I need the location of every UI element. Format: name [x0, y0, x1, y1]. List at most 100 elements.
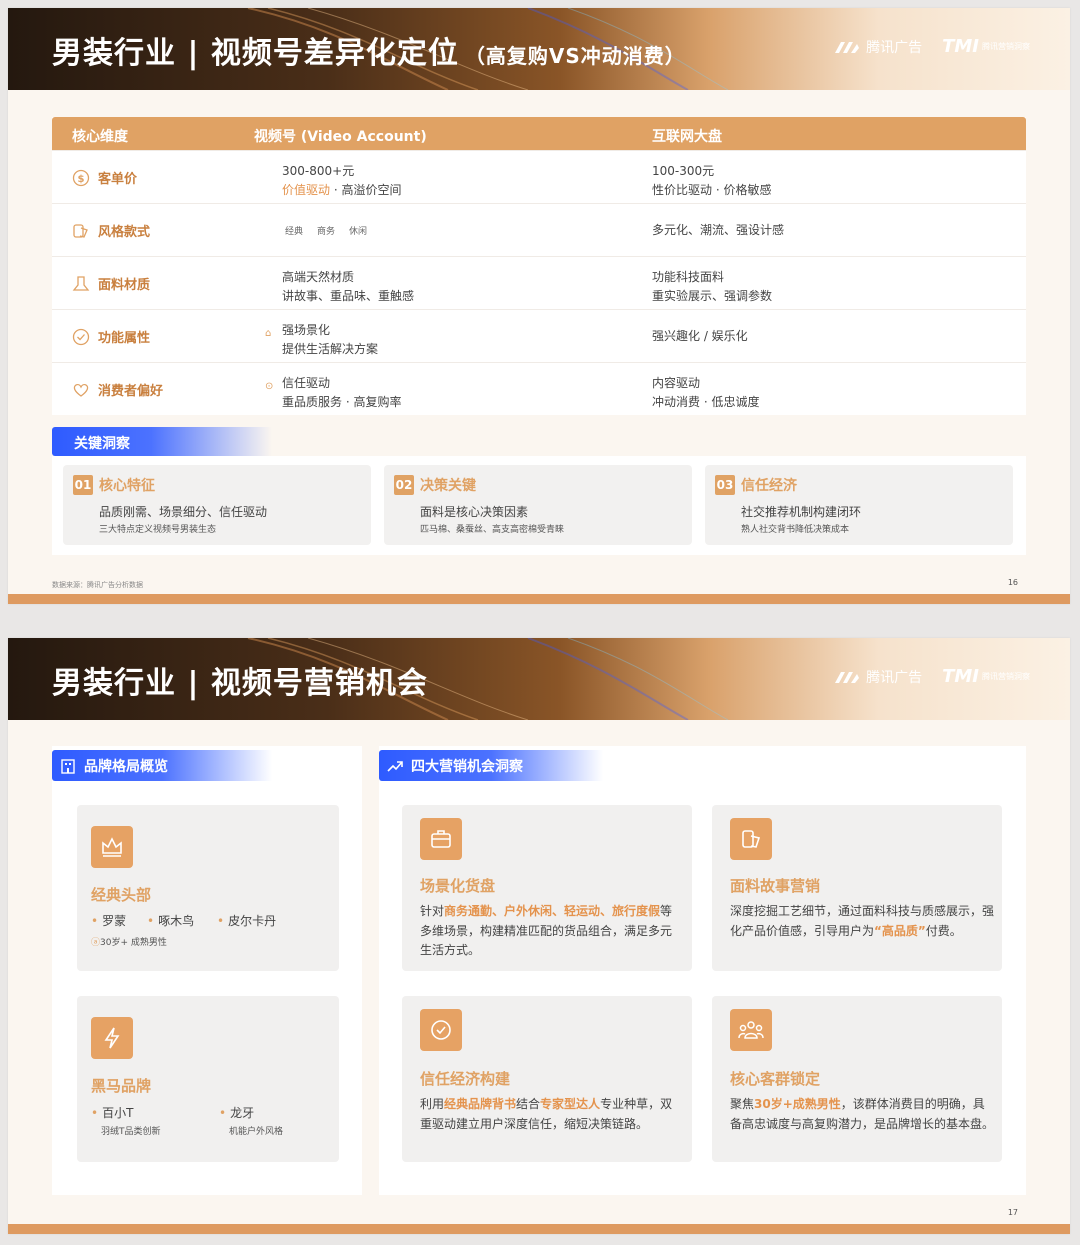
brand-landscape-title: 品牌格局概览 — [52, 750, 272, 781]
data-source: 数据来源：腾讯广告分析数据 — [52, 581, 143, 589]
slide-header: 男装行业 | 视频号差异化定位 （高复购VS冲动消费） 腾讯广告 TMI 腾讯营销洞… — [8, 8, 1070, 90]
card-subtext: 三大特点定义视频号男装生态 — [99, 525, 217, 535]
tag: 休闲 — [349, 227, 368, 237]
check-circle-small-icon: ⊙ — [265, 381, 274, 392]
header-video-account: 视频号 (Video Account) — [254, 129, 427, 145]
page-number: 17 — [1007, 1208, 1018, 1217]
table-row: 消费者偏好 ⊙ 信任驱动 重品质服务 · 高复购率 内容驱动 冲动消费 · 低忠… — [52, 362, 1026, 415]
fabric-icon — [72, 275, 90, 293]
check-circle-icon — [72, 328, 90, 346]
fabric-story-icon — [730, 818, 772, 860]
tencent-logo-icon — [835, 671, 860, 683]
video-account-cell: 300-800+元 价值驱动 · 高溢价空间 — [282, 164, 402, 197]
table-header: 核心维度 视频号 (Video Account) 互联网大盘 — [52, 117, 1026, 150]
card-text: 品质刚需、场景细分、信任驱动 — [99, 505, 268, 519]
table-row: 风格款式 经典 商务 休闲 多元化、潮流、强设计感 — [52, 203, 1026, 256]
opportunity-card: 信任经济构建 利用经典品牌背书结合专家型达人专业种草，双重驱动建立用户深度信任，… — [402, 996, 692, 1162]
card-title: 信任经济构建 — [420, 1070, 511, 1088]
tmi-logo: TMI 腾讯营销洞察 — [942, 666, 1030, 687]
card-title: 核心客群锁定 — [730, 1070, 821, 1088]
tmi-logo: TMI 腾讯营销洞察 — [942, 36, 1030, 57]
table-row: 功能属性 ⌂ 强场景化 提供生活解决方案 强兴趣化 / 娱乐化 — [52, 309, 1026, 362]
card-title: 信任经济 — [741, 478, 797, 494]
video-account-cell: 高端天然材质 讲故事、重品味、重触感 — [282, 270, 415, 303]
brand-item: • 啄木鸟 — [147, 914, 195, 928]
check-circle-icon — [420, 1009, 462, 1051]
brand-desc: 羽绒T品类创新 — [101, 1127, 161, 1137]
row-dimension: 风格款式 — [72, 204, 150, 257]
audience-note: ⓐ30岁+ 成熟男性 — [91, 938, 167, 948]
brand-item: • 罗蒙 — [91, 914, 127, 928]
card-title: 核心特征 — [99, 478, 155, 494]
internet-cell: 多元化、潮流、强设计感 — [652, 223, 785, 237]
insight-card: 01 核心特征 品质刚需、场景细分、信任驱动 三大特点定义视频号男装生态 — [63, 465, 371, 545]
card-text: 社交推荐机制构建闭环 — [741, 505, 862, 519]
svg-text:$: $ — [78, 174, 85, 185]
row-dimension: $ 客单价 — [72, 151, 137, 204]
internet-cell: 内容驱动 冲动消费 · 低忠诚度 — [652, 376, 760, 409]
card-text: 面料是核心决策因素 — [420, 505, 529, 519]
internet-cell: 功能科技面料 重实验展示、强调参数 — [652, 270, 773, 303]
slide-17: 男装行业 | 视频号营销机会 腾讯广告 TMI 腾讯营销洞察 品牌格局概览 经典头… — [8, 638, 1070, 1234]
slide-16: 男装行业 | 视频号差异化定位 （高复购VS冲动消费） 腾讯广告 TMI 腾讯营销洞… — [8, 8, 1070, 604]
lightning-icon — [91, 1017, 133, 1059]
card-body: 聚焦30岁+成熟男性，该群体消费目的明确，具备高忠诚度与高复购潜力，是品牌增长的… — [730, 1097, 995, 1131]
insight-section-title: 关键洞察 — [52, 427, 272, 456]
dollar-icon: $ — [72, 169, 90, 187]
page-title: 男装行业 | 视频号差异化定位 （高复购VS冲动消费） — [52, 36, 686, 71]
card-number: 01 — [73, 475, 93, 495]
header-internet: 互联网大盘 — [652, 129, 722, 145]
card-subtext: 匹马棉、桑蚕丝、高支高密棉受青睐 — [420, 525, 565, 535]
classic-brands-card: 经典头部 • 罗蒙 • 啄木鸟 • 皮尔卡丹 ⓐ30岁+ 成熟男性 — [77, 805, 339, 971]
crown-icon — [91, 826, 133, 868]
group-icon — [730, 1009, 772, 1051]
row-dimension: 功能属性 — [72, 310, 150, 363]
video-account-cell: ⌂ 强场景化 提供生活解决方案 — [265, 323, 379, 356]
row-dimension: 消费者偏好 — [72, 363, 163, 416]
brand-item: • 皮尔卡丹 — [217, 914, 277, 928]
style-icon — [72, 222, 90, 240]
card-number: 03 — [715, 475, 735, 495]
darkhorse-brands-card: 黑马品牌 • 百小T 羽绒T品类创新 • 龙牙 机能户外风格 — [77, 996, 339, 1162]
table-row: 面料材质 高端天然材质 讲故事、重品味、重触感 功能科技面料 重实验展示、强调参… — [52, 256, 1026, 309]
brand-item: • 龙牙 — [219, 1106, 255, 1120]
card-body: 深度挖掘工艺细节，通过面料科技与质感展示，强化产品价值感，引导用户为“高品质”付… — [730, 904, 995, 938]
logo-group: 腾讯广告 TMI 腾讯营销洞察 — [833, 36, 1030, 57]
footer-bar — [8, 594, 1070, 604]
opportunity-card: 核心客群锁定 聚焦30岁+成熟男性，该群体消费目的明确，具备高忠诚度与高复购潜力… — [712, 996, 1002, 1162]
page-number: 16 — [1007, 578, 1018, 587]
internet-cell: 100-300元 性价比驱动 · 价格敏感 — [652, 164, 772, 197]
page-title: 男装行业 | 视频号营销机会 — [52, 666, 428, 701]
tag: 商务 — [317, 227, 336, 237]
header-dimension: 核心维度 — [72, 129, 128, 145]
home-icon: ⌂ — [265, 328, 272, 339]
opportunities-title: 四大营销机会洞察 — [379, 750, 603, 781]
row-dimension: 面料材质 — [72, 257, 150, 310]
style-tags: 经典 商务 休闲 — [282, 222, 370, 243]
video-account-cell: ⊙ 信任驱动 重品质服务 · 高复购率 — [265, 376, 402, 409]
building-icon — [61, 758, 75, 774]
card-subtext: 熟人社交背书降低决策成本 — [741, 525, 850, 535]
brand-item: • 百小T — [91, 1106, 134, 1120]
brand-desc: 机能户外风格 — [229, 1127, 284, 1137]
footer-bar — [8, 1224, 1070, 1234]
logo-group: 腾讯广告 TMI 腾讯营销洞察 — [833, 666, 1030, 687]
insight-card: 02 决策关键 面料是核心决策因素 匹马棉、桑蚕丝、高支高密棉受青睐 — [384, 465, 692, 545]
trend-up-icon — [387, 760, 403, 772]
briefcase-icon — [420, 818, 462, 860]
insight-card: 03 信任经济 社交推荐机制构建闭环 熟人社交背书降低决策成本 — [705, 465, 1013, 545]
internet-cell: 强兴趣化 / 娱乐化 — [652, 329, 748, 343]
card-title: 经典头部 — [91, 886, 152, 904]
tencent-logo-icon — [835, 41, 860, 53]
heart-icon — [72, 381, 90, 399]
card-title: 面料故事营销 — [730, 877, 821, 895]
card-number: 02 — [394, 475, 414, 495]
card-title: 黑马品牌 — [91, 1077, 152, 1095]
tencent-ads-logo: 腾讯广告 — [833, 667, 922, 687]
slide-header: 男装行业 | 视频号营销机会 腾讯广告 TMI 腾讯营销洞察 — [8, 638, 1070, 720]
opportunity-card: 面料故事营销 深度挖掘工艺细节，通过面料科技与质感展示，强化产品价值感，引导用户… — [712, 805, 1002, 971]
person-icon: ⓐ — [91, 938, 101, 948]
comparison-table: 核心维度 视频号 (Video Account) 互联网大盘 $ 客单价 300… — [52, 117, 1026, 415]
tencent-ads-logo: 腾讯广告 — [833, 37, 922, 57]
card-body: 针对商务通勤、户外休闲、轻运动、旅行度假等多维场景，构建精准匹配的货品组合，满足… — [420, 904, 673, 957]
